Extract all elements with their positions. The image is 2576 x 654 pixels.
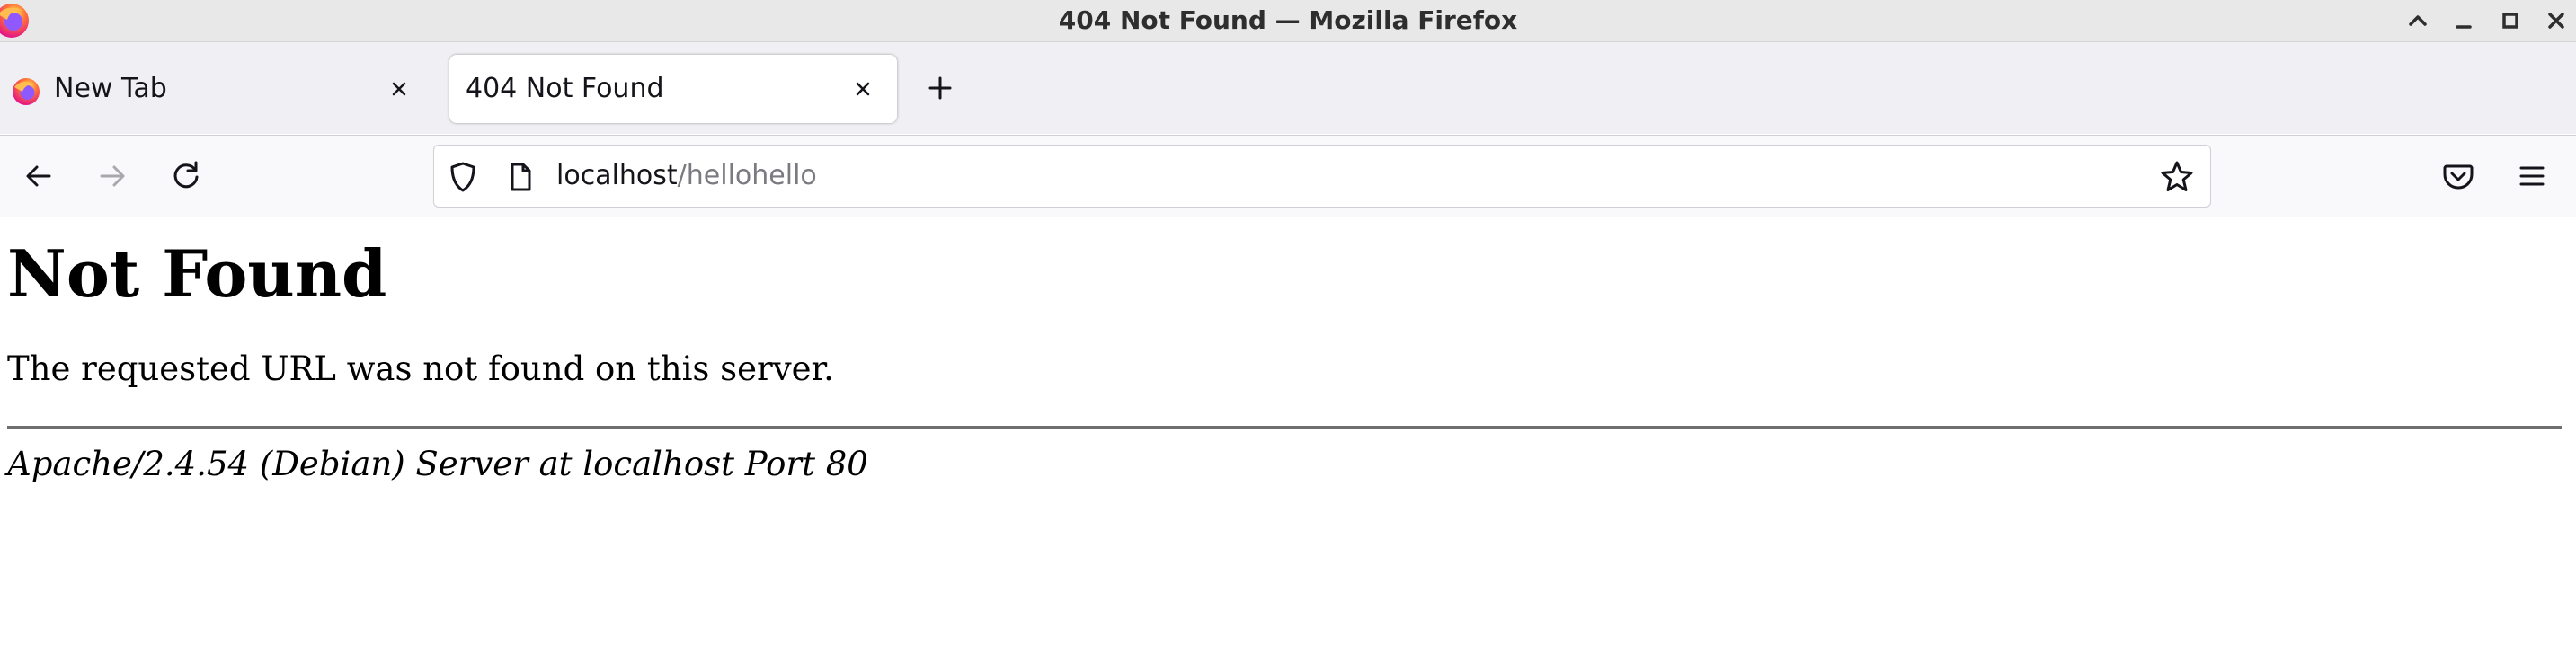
- minimize-icon[interactable]: [2449, 6, 2478, 35]
- maximize-icon[interactable]: [2496, 6, 2525, 35]
- server-signature: Apache/2.4.54 (Debian) Server at localho…: [7, 445, 868, 483]
- tab-new-tab[interactable]: New Tab: [5, 55, 430, 123]
- close-tab-icon[interactable]: [848, 75, 877, 103]
- menu-icon[interactable]: [2513, 157, 2551, 195]
- error-message: The requested URL was not found on this …: [7, 349, 834, 388]
- forward-icon: [93, 157, 131, 195]
- tab-404-not-found[interactable]: 404 Not Found: [449, 55, 897, 123]
- firefox-icon: [11, 76, 41, 107]
- pocket-icon[interactable]: [2439, 157, 2477, 195]
- back-icon[interactable]: [20, 157, 58, 195]
- url-text[interactable]: localhost/hellohello: [556, 146, 817, 207]
- new-tab-plus-icon[interactable]: [922, 70, 958, 106]
- star-icon[interactable]: [2158, 158, 2196, 196]
- close-icon[interactable]: [2542, 6, 2571, 35]
- page-heading: Not Found: [7, 235, 387, 312]
- shield-icon[interactable]: [445, 159, 481, 195]
- navigation-toolbar: localhost/hellohello: [0, 135, 2576, 217]
- url-host: localhost: [556, 160, 678, 191]
- page-icon[interactable]: [502, 159, 538, 195]
- title-bar: 404 Not Found — Mozilla Firefox: [0, 0, 2576, 42]
- page-content: Not Found The requested URL was not foun…: [0, 217, 2576, 654]
- chevron-up-icon[interactable]: [2403, 6, 2432, 35]
- url-path: /hellohello: [677, 160, 817, 191]
- url-bar[interactable]: localhost/hellohello: [433, 145, 2211, 208]
- tab-label: 404 Not Found: [466, 73, 664, 104]
- close-tab-icon[interactable]: [385, 75, 413, 103]
- tab-label: New Tab: [54, 73, 167, 104]
- horizontal-rule: [7, 426, 2562, 429]
- tab-strip: New Tab 404 Not Found: [0, 42, 2576, 134]
- reload-icon[interactable]: [167, 157, 205, 195]
- window-title: 404 Not Found — Mozilla Firefox: [1058, 5, 1518, 35]
